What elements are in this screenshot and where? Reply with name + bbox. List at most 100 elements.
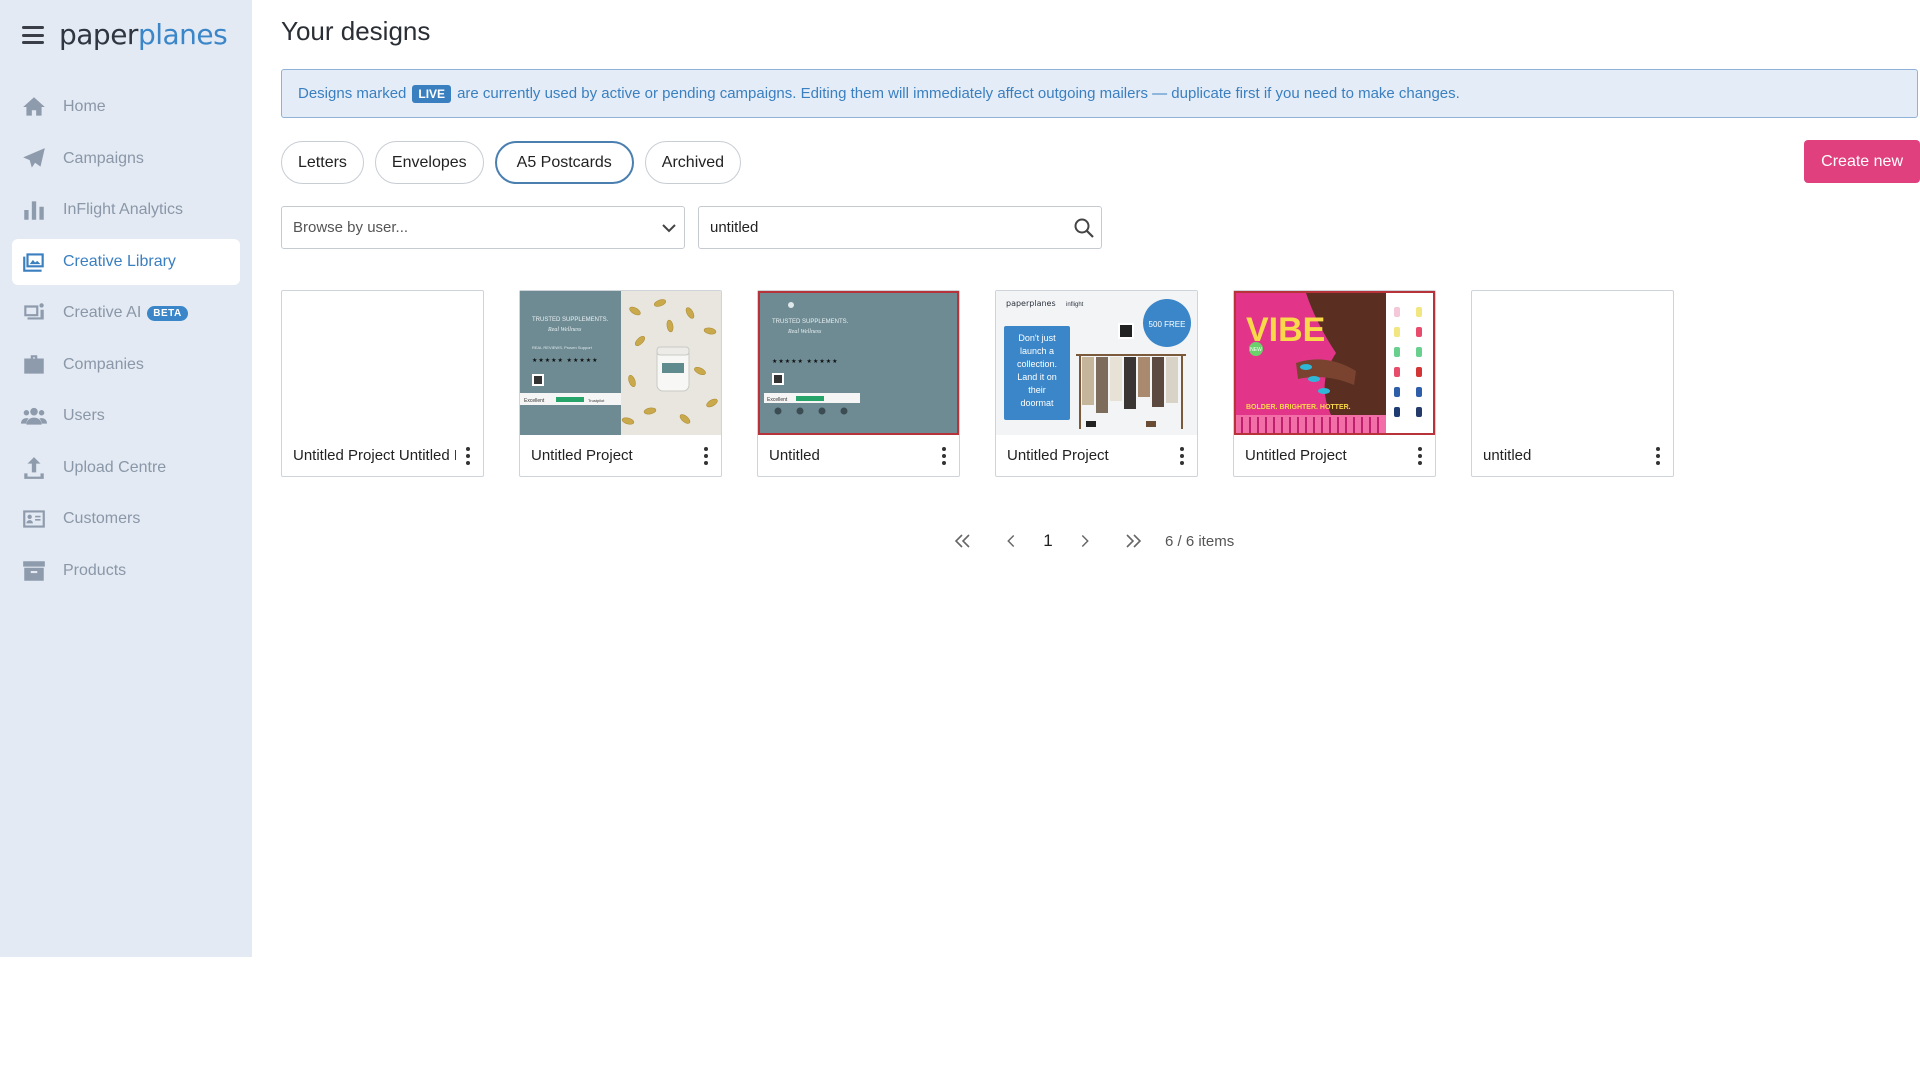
search-icon[interactable] bbox=[1073, 217, 1095, 239]
design-thumbnail-clothing-rack: paperplanes inflight Don't just launch a… bbox=[996, 291, 1197, 435]
create-new-button[interactable]: Create new bbox=[1804, 140, 1920, 183]
chevron-down-icon bbox=[662, 224, 676, 233]
id-card-icon bbox=[20, 505, 48, 533]
beta-badge: BETA bbox=[147, 305, 188, 321]
thumb-text-panel-2: launch a bbox=[1020, 346, 1054, 356]
users-icon bbox=[20, 402, 48, 430]
sidebar-item-creative-ai[interactable]: Creative AI BETA bbox=[12, 290, 240, 336]
sidebar-item-label: Campaigns bbox=[63, 149, 144, 167]
pagination: 1 6 / 6 items bbox=[947, 527, 1234, 555]
thumb-text-new: NEW bbox=[1250, 347, 1262, 353]
more-options-icon[interactable] bbox=[465, 447, 471, 465]
image-library-icon bbox=[20, 248, 48, 276]
page-number[interactable]: 1 bbox=[1041, 527, 1055, 555]
sidebar-item-label: Creative Library bbox=[63, 252, 176, 270]
sidebar-item-label: Home bbox=[63, 98, 106, 115]
sidebar-item-home[interactable]: Home bbox=[12, 84, 240, 130]
sidebar-item-creative-library[interactable]: Creative Library bbox=[12, 238, 240, 285]
live-badge: LIVE bbox=[412, 84, 452, 103]
thumb-text-panel-3: collection. bbox=[1017, 359, 1057, 369]
thumb-text-subline: Real Wellness bbox=[547, 327, 582, 333]
logo-part-paper: paper bbox=[59, 18, 138, 51]
first-page-icon[interactable] bbox=[947, 527, 977, 555]
thumb-text-excellent: Excellent bbox=[767, 397, 788, 403]
sidebar-item-inflight-analytics[interactable]: InFlight Analytics bbox=[12, 187, 240, 233]
sidebar-item-customers[interactable]: Customers bbox=[12, 496, 240, 542]
sidebar-item-label: Products bbox=[63, 561, 127, 579]
more-options-icon[interactable] bbox=[703, 447, 709, 465]
sidebar-item-products[interactable]: Products bbox=[12, 548, 240, 594]
more-options-icon[interactable] bbox=[1417, 447, 1423, 465]
card-footer: Untitled Project bbox=[520, 435, 721, 476]
search-box bbox=[698, 206, 1102, 249]
sidebar-item-companies[interactable]: Companies bbox=[12, 342, 240, 388]
more-options-icon[interactable] bbox=[1179, 447, 1185, 465]
card-footer: Untitled Project bbox=[1234, 435, 1435, 476]
thumb-text-trustpilot: Trustpilot bbox=[588, 398, 605, 403]
previous-page-icon[interactable] bbox=[1001, 527, 1021, 555]
thumb-text-headline: TRUSTED SUPPLEMENTS. bbox=[532, 317, 609, 323]
sidebar-item-label: Creative AI bbox=[63, 304, 142, 321]
filters-row: Browse by user... bbox=[281, 206, 1102, 249]
archive-box-icon bbox=[20, 557, 48, 585]
sidebar-item-users[interactable]: Users bbox=[12, 393, 240, 439]
design-thumbnail-blank bbox=[282, 291, 483, 435]
design-thumbnail-supplements: TRUSTED SUPPLEMENTS. Real Wellness REAL … bbox=[520, 291, 721, 435]
search-input[interactable] bbox=[699, 207, 1059, 247]
card-footer: Untitled Project Untitled Project bbox=[282, 435, 483, 476]
tab-envelopes[interactable]: Envelopes bbox=[374, 141, 484, 184]
sidebar-item-label: Companies bbox=[63, 355, 144, 373]
card-footer: Untitled Project bbox=[996, 435, 1197, 476]
tab-a5-postcards[interactable]: A5 Postcards bbox=[494, 141, 634, 184]
bar-chart-icon bbox=[20, 196, 48, 224]
sidebar: paperplanes Home Campaigns InFlight Anal… bbox=[0, 0, 252, 957]
design-title: Untitled Project bbox=[1245, 447, 1347, 464]
thumb-text-excellent: Excellent bbox=[524, 398, 545, 404]
tab-archived[interactable]: Archived bbox=[644, 141, 742, 184]
browse-by-user-select[interactable]: Browse by user... bbox=[281, 206, 685, 249]
live-notice-banner: Designs marked LIVE are currently used b… bbox=[281, 69, 1918, 118]
next-page-icon[interactable] bbox=[1075, 527, 1095, 555]
sidebar-item-campaigns[interactable]: Campaigns bbox=[12, 136, 240, 182]
sidebar-nav: Home Campaigns InFlight Analytics Creati… bbox=[0, 70, 252, 594]
design-thumbnail-blank bbox=[1472, 291, 1673, 435]
tab-letters[interactable]: Letters bbox=[281, 141, 364, 184]
home-icon bbox=[20, 93, 48, 121]
design-card[interactable]: paperplanes inflight Don't just launch a… bbox=[995, 290, 1198, 477]
more-options-icon[interactable] bbox=[1655, 447, 1661, 465]
design-card[interactable]: Untitled Project Untitled Project bbox=[281, 290, 484, 477]
sidebar-item-label: Upload Centre bbox=[63, 458, 167, 476]
paper-plane-icon bbox=[20, 145, 48, 173]
hamburger-menu-icon[interactable] bbox=[22, 26, 44, 44]
upload-icon bbox=[20, 454, 48, 482]
card-footer: Untitled bbox=[758, 435, 959, 476]
thumb-text-badge: 500 FREE bbox=[1149, 320, 1186, 329]
design-card[interactable]: VIBE NEW BOLDER. BRIGHTER. HOTTER. Untit… bbox=[1233, 290, 1436, 477]
design-title: Untitled Project Untitled Project bbox=[293, 447, 456, 464]
design-title: untitled bbox=[1483, 447, 1532, 464]
sidebar-item-label: Customers bbox=[63, 510, 141, 527]
logo[interactable]: paperplanes bbox=[59, 18, 228, 51]
thumb-text-inflight: inflight bbox=[1066, 302, 1084, 308]
design-thumbnail-supplements-teal: TRUSTED SUPPLEMENTS. Real Wellness ★★★★★… bbox=[758, 291, 959, 435]
thumb-text-panel-5: their bbox=[1028, 385, 1046, 395]
briefcase-icon bbox=[20, 351, 48, 379]
brand-bar: paperplanes bbox=[0, 0, 252, 70]
design-card[interactable]: TRUSTED SUPPLEMENTS. Real Wellness REAL … bbox=[519, 290, 722, 477]
card-footer: untitled bbox=[1472, 435, 1673, 476]
design-thumbnail-vibe: VIBE NEW BOLDER. BRIGHTER. HOTTER. bbox=[1234, 291, 1435, 435]
design-card[interactable]: TRUSTED SUPPLEMENTS. Real Wellness ★★★★★… bbox=[757, 290, 960, 477]
thumb-text-subline: Real Wellness bbox=[787, 329, 822, 335]
design-card[interactable]: untitled bbox=[1471, 290, 1674, 477]
sidebar-item-upload-centre[interactable]: Upload Centre bbox=[12, 445, 240, 491]
designs-grid: Untitled Project Untitled Project TRUSTE… bbox=[281, 290, 1709, 477]
last-page-icon[interactable] bbox=[1119, 527, 1149, 555]
pagination-info: 6 / 6 items bbox=[1165, 532, 1235, 550]
sidebar-item-label: Users bbox=[63, 407, 105, 424]
creative-ai-icon bbox=[20, 299, 48, 327]
design-type-tabs: Letters Envelopes A5 Postcards Archived bbox=[281, 141, 752, 184]
design-title: Untitled bbox=[769, 447, 820, 464]
thumb-text-logo: paperplanes bbox=[1006, 299, 1056, 308]
select-placeholder: Browse by user... bbox=[293, 219, 409, 236]
more-options-icon[interactable] bbox=[941, 447, 947, 465]
